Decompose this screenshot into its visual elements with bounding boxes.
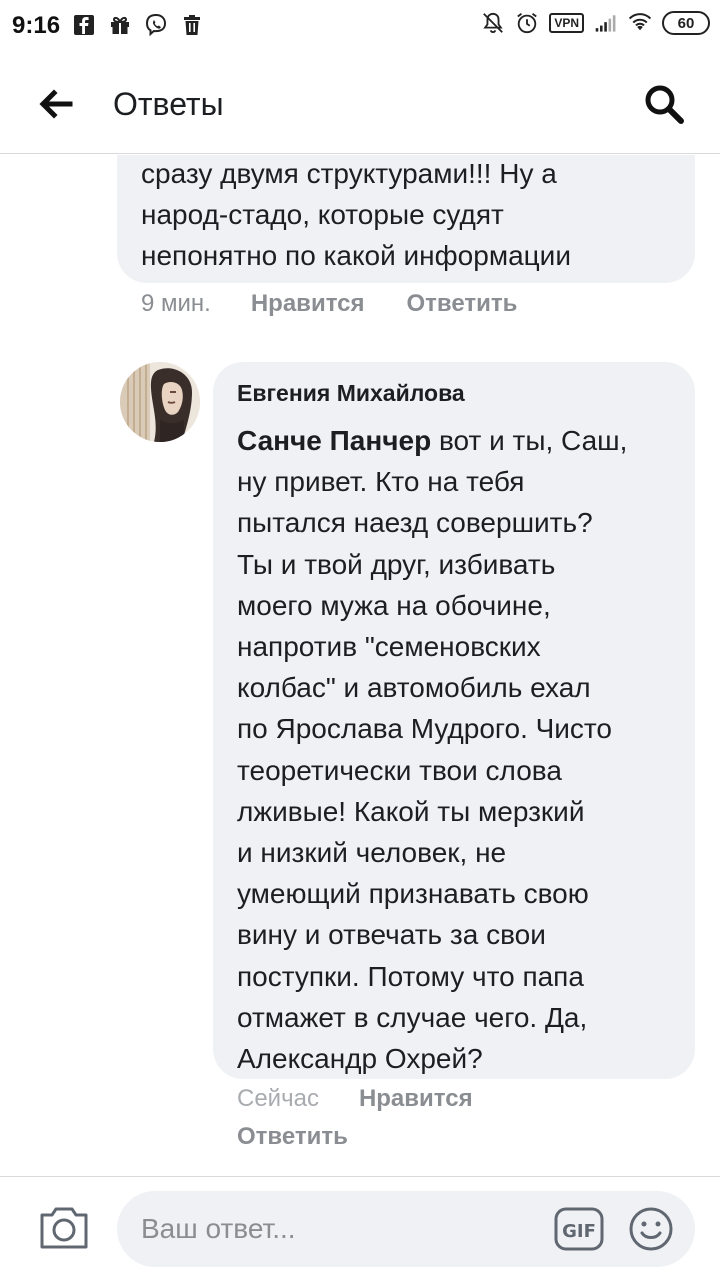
status-time: 9:16 (12, 12, 61, 39)
notification-icons (72, 12, 204, 38)
comment-reply-row: Ответить (237, 1123, 348, 1151)
back-arrow-icon (39, 89, 73, 119)
gif-button[interactable]: GIF (554, 1205, 604, 1253)
comment-line: умеющий признавать свою (237, 878, 589, 910)
battery-icon: 60 (662, 11, 710, 35)
comment-actions: Сейчас Нравится (237, 1085, 473, 1113)
comment-line: вот и ты, Саш, (431, 425, 628, 456)
previous-comment-bubble: сразу двумя структурами!!! Ну а народ-ст… (117, 155, 695, 283)
camera-button[interactable] (36, 1203, 92, 1253)
emoji-button[interactable] (627, 1205, 675, 1253)
comment-line: непонятно по какой информации (141, 240, 571, 271)
replies-list[interactable]: сразу двумя структурами!!! Ну а народ-ст… (0, 155, 720, 1175)
app-header: Ответы (0, 52, 720, 154)
gif-icon: GIF (554, 1207, 604, 1251)
mute-icon (481, 10, 505, 36)
signal-icon (594, 10, 618, 36)
comment-line: колбас" и автомобиль ехал (237, 672, 591, 704)
battery-level: 60 (677, 14, 695, 32)
status-bar: 9:16 VPN 60 (0, 0, 720, 52)
system-icons: VPN 60 (481, 10, 710, 36)
comment-line: пытался наезд совершить? (237, 507, 593, 539)
comment-line: народ-стадо, которые судят (141, 199, 504, 230)
search-icon (645, 85, 684, 124)
reply-composer: GIF (0, 1176, 720, 1280)
gift-icon (108, 12, 132, 38)
back-button[interactable] (34, 82, 78, 126)
comment-line: лживые! Какой ты мерзкий (237, 795, 585, 827)
reply-button[interactable]: Ответить (406, 290, 517, 318)
avatar-photo (120, 362, 200, 442)
comment-text: Санче Панчер вот и ты, Саш, ну привет. К… (237, 420, 677, 1079)
comment-line: теоретически твои слова (237, 754, 562, 786)
comment-line: Ты и твой друг, избивать (237, 548, 556, 580)
mention-link[interactable]: Санче Панчер (237, 425, 431, 456)
comment-line: Александр Охрей? (237, 1043, 483, 1075)
emoji-icon (629, 1207, 673, 1251)
svg-text:GIF: GIF (562, 1221, 596, 1242)
comment-line-first: Санче Панчер вот и ты, Саш, (237, 420, 677, 461)
viber-icon (144, 12, 168, 38)
alarm-icon (515, 10, 539, 36)
comment-time: Сейчас (237, 1085, 319, 1112)
comment-line: вину и отвечать за свои (237, 919, 546, 951)
like-button[interactable]: Нравится (359, 1085, 473, 1113)
comment-line: поступки. Потому что папа (237, 960, 584, 992)
facebook-icon (72, 12, 96, 38)
comment-line: ну привет. Кто на тебя (237, 466, 525, 498)
previous-comment-actions: 9 мин. Нравится Ответить (141, 290, 517, 318)
trash-icon (180, 12, 204, 38)
camera-icon (40, 1207, 88, 1249)
comment-author[interactable]: Евгения Михайлова (237, 380, 465, 407)
previous-comment-text: сразу двумя структурами!!! Ну а народ-ст… (141, 155, 681, 276)
comment-time: 9 мин. (141, 290, 211, 317)
comment-line: напротив "семеновских (237, 631, 541, 663)
vpn-icon: VPN (549, 13, 584, 33)
reply-input[interactable] (117, 1191, 695, 1267)
avatar[interactable] (120, 362, 200, 442)
wifi-icon (628, 10, 652, 36)
comment-line: моего мужа на обочине, (237, 589, 551, 621)
comment-line: по Ярослава Мудрого. Чисто (237, 713, 613, 745)
comment-line: сразу двумя структурами!!! Ну а (141, 158, 557, 189)
reply-button[interactable]: Ответить (237, 1123, 348, 1151)
like-button[interactable]: Нравится (251, 290, 365, 318)
comment-line: отмажет в случае чего. Да, (237, 1001, 588, 1033)
comment-bubble: Евгения Михайлова Санче Панчер вот и ты,… (213, 362, 695, 1079)
search-button[interactable] (642, 82, 686, 126)
comment-line: и низкий человек, не (237, 837, 507, 869)
page-title: Ответы (113, 86, 224, 122)
